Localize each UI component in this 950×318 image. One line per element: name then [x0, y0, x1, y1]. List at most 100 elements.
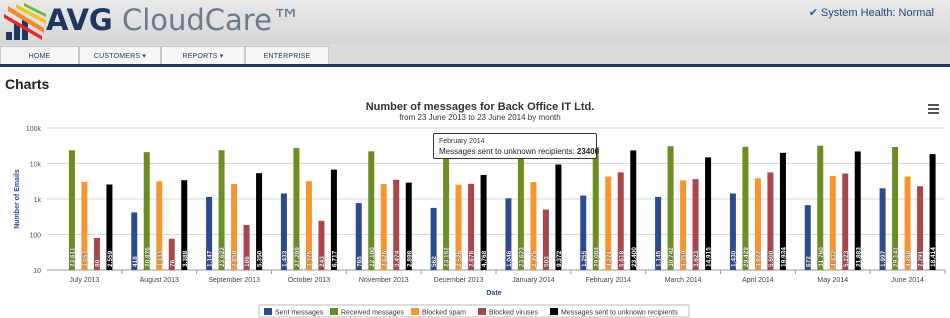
- data-label: 5,600: [768, 250, 775, 267]
- data-label: 23,400: [631, 247, 638, 267]
- data-label: 3,474: [394, 250, 401, 267]
- x-tick-label: June 2014: [891, 277, 924, 284]
- x-tick-label: February 2014: [585, 277, 631, 284]
- x-tick-label: November 2013: [359, 277, 409, 284]
- y-tick-label: 100k: [26, 126, 42, 133]
- brand-name: AVG CloudCare™: [46, 3, 301, 37]
- data-label: 2,975: [531, 250, 538, 267]
- data-label: 1,433: [281, 250, 288, 267]
- data-label: 1,255: [581, 250, 588, 267]
- legend-swatch: [264, 308, 272, 315]
- data-label: 21,883: [855, 247, 862, 267]
- data-label: 19,934: [780, 247, 787, 267]
- app-header: AVG CloudCare™ ✔ System Health: Normal: [0, 0, 950, 44]
- tooltip-series-label: Messages sent to unknown recipients:: [439, 147, 575, 156]
- data-label: 1,145: [656, 250, 663, 267]
- y-axis-label: Number of Emails: [14, 169, 21, 229]
- x-tick-label: August 2013: [140, 277, 179, 284]
- x-tick-label: January 2014: [512, 277, 555, 284]
- data-label: 3,057: [82, 250, 89, 267]
- data-label: 6,717: [331, 250, 338, 267]
- page-title: Charts: [5, 76, 50, 92]
- data-label: 4,432: [830, 250, 837, 267]
- nav-reports[interactable]: REPORTS ▾: [161, 46, 245, 65]
- x-tick-label: September 2013: [208, 277, 260, 284]
- data-label: 4,268: [905, 250, 912, 267]
- y-tick-label: 10: [33, 268, 41, 275]
- messages-chart: Number of messages for Back Office IT Lt…: [14, 101, 946, 318]
- checkmark-icon: ✔: [808, 7, 818, 19]
- system-health-status[interactable]: ✔ System Health: Normal: [809, 6, 934, 19]
- data-label: 1,147: [207, 250, 214, 267]
- data-label: 29,429: [743, 247, 750, 267]
- main-nav: HOME CUSTOMERS ▾ REPORTS ▾ ENTERPRISE: [0, 44, 950, 65]
- data-label: 2,526: [456, 250, 463, 267]
- data-label: 3,133: [157, 250, 164, 267]
- x-axis-label: Date: [486, 290, 501, 297]
- legend-swatch: [330, 308, 338, 315]
- chart-subtitle: from 23 June 2013 to 23 June 2014 by mon…: [399, 113, 560, 122]
- data-label: 1,997: [880, 250, 887, 267]
- data-label: 4,768: [481, 250, 488, 267]
- data-label: 2,626: [381, 250, 388, 267]
- data-label: 672: [805, 256, 812, 267]
- data-label: 20,876: [144, 247, 151, 267]
- data-label: 22,100: [369, 247, 376, 267]
- data-label: 2,650: [232, 250, 239, 267]
- data-label: 1,430: [730, 250, 737, 267]
- legend-swatch: [478, 308, 486, 315]
- chart-menu-icon[interactable]: [928, 104, 939, 114]
- data-label: 23,152: [444, 247, 451, 267]
- data-label: 2,291: [918, 250, 925, 267]
- y-tick-label: 1k: [34, 197, 42, 204]
- tooltip-text: Messages sent to unknown recipients: 234…: [439, 146, 599, 157]
- data-label: 27,209: [294, 247, 301, 267]
- tooltip-date: February 2014: [439, 138, 485, 145]
- x-tick-label: May 2014: [817, 277, 848, 284]
- tooltip-value: 23400: [576, 147, 600, 156]
- legend-item: Messages sent to unknown recipients: [561, 310, 678, 317]
- data-label: 562: [431, 256, 438, 267]
- nav-home[interactable]: HOME: [0, 46, 79, 65]
- data-label: 5,223: [843, 250, 850, 267]
- data-label: 3,623: [693, 250, 700, 267]
- data-label: 2,678: [469, 250, 476, 267]
- data-label: 23,623: [518, 247, 525, 267]
- nav-customers[interactable]: CUSTOMERS ▾: [79, 46, 161, 65]
- brand-name-product: CloudCare™: [121, 3, 301, 37]
- data-label: 30,742: [668, 247, 675, 267]
- data-label: 80: [94, 259, 101, 267]
- legend-item: Received messages: [341, 310, 405, 317]
- data-label: 5,618: [618, 250, 625, 267]
- data-label: 3,388: [182, 250, 189, 267]
- data-label: 29,004: [593, 247, 600, 267]
- data-label: 29,141: [893, 247, 900, 267]
- y-tick-label: 100: [29, 233, 41, 240]
- data-label: 14,915: [706, 247, 713, 267]
- data-label: 186: [244, 256, 251, 267]
- data-label: 18,414: [930, 247, 937, 267]
- data-label: 31,760: [818, 247, 825, 267]
- x-tick-label: October 2013: [288, 277, 331, 284]
- data-label: 23,622: [219, 247, 226, 267]
- data-label: 5,350: [257, 250, 264, 267]
- x-tick-label: December 2013: [434, 277, 484, 284]
- chart-tooltip: February 2014 Messages sent to unknown r…: [433, 133, 599, 159]
- nav-enterprise[interactable]: ENTERPRISE: [245, 46, 329, 65]
- data-label: 4,271: [606, 250, 613, 267]
- data-label: 418: [132, 256, 139, 267]
- legend-item: Blocked spam: [422, 310, 466, 317]
- data-label: 9,372: [556, 250, 563, 267]
- data-label: 23,611: [69, 247, 76, 267]
- y-tick-label: 10k: [30, 162, 42, 169]
- data-label: 2,559: [107, 250, 114, 267]
- avg-logo-icon: [4, 3, 46, 40]
- chart-title: Number of messages for Back Office IT Lt…: [366, 101, 595, 113]
- nav-underline: [0, 64, 950, 67]
- data-label: 1,046: [506, 250, 513, 267]
- data-label: 243: [319, 256, 326, 267]
- data-label: 2,898: [406, 250, 413, 267]
- legend-item: Sent messages: [275, 310, 324, 317]
- legend-item: Blocked viruses: [489, 310, 539, 317]
- system-health-label: System Health: Normal: [820, 7, 934, 19]
